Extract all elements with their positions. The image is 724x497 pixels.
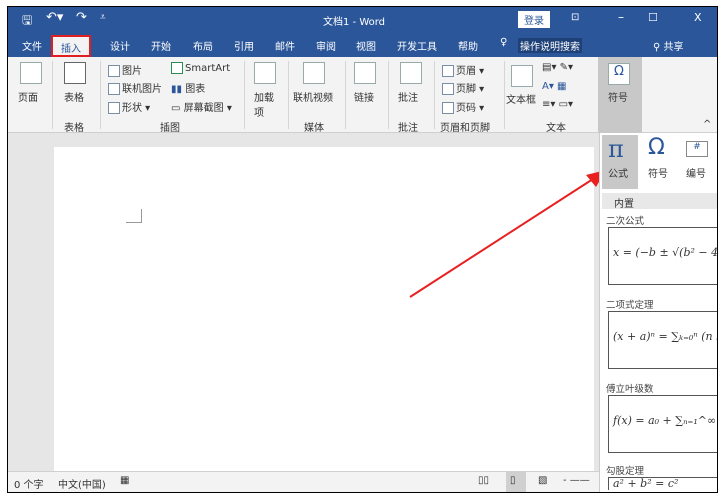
number-button[interactable]: # 编号 xyxy=(680,135,714,189)
equation-item[interactable]: f(x) = a₀ + ∑ₙ₌₁^∞ (aₙ xyxy=(608,395,717,453)
print-layout-icon[interactable]: ▯ xyxy=(506,472,526,492)
equation-label: 公式 xyxy=(608,169,628,180)
equation-panel: π 公式 Ω 符号 # 编号 内置 二次公式 x = (−b ± √(b² − … xyxy=(599,133,717,492)
equation-name: 傅立叶级数 xyxy=(606,384,654,395)
language-status[interactable]: 中文(中国) xyxy=(58,476,106,491)
accessibility-icon[interactable]: ▦ xyxy=(120,475,129,486)
pi-icon: π xyxy=(608,135,624,163)
equation-button[interactable]: π 公式 xyxy=(602,135,638,189)
equation-name: 勾股定理 xyxy=(606,466,645,477)
symbol-label: 符号 xyxy=(648,169,668,180)
equation-name: 二项式定理 xyxy=(606,300,654,311)
symbol-button[interactable]: Ω 符号 xyxy=(644,135,676,189)
word-count[interactable]: 0 个字 xyxy=(14,476,44,491)
word-window: 🖫 ↶▾ ↷ ⩡ 文档1 - Word 登录 ⊡ – ☐ X 文件 插入 设计 … xyxy=(7,6,718,493)
equation-name: 二次公式 xyxy=(606,216,645,227)
zoom-slider[interactable]: - —— xyxy=(563,475,590,486)
number-icon: # xyxy=(686,141,708,157)
web-layout-icon[interactable]: ▧ xyxy=(538,475,547,486)
equation-item[interactable]: x = (−b ± √(b² − 4ac))/2a xyxy=(608,227,717,285)
status-bar: 0 个字 中文(中国) ▦ ▯▯ ▯ ▧ - —— xyxy=(8,471,599,492)
omega-icon: Ω xyxy=(648,135,665,160)
equation-item[interactable]: (x + a)ⁿ = ∑ₖ₌₀ⁿ (n k) xyxy=(608,311,717,369)
equation-item[interactable]: a² + b² = c² xyxy=(608,477,717,490)
builtin-header: 内置 xyxy=(602,193,717,210)
read-mode-icon[interactable]: ▯▯ xyxy=(478,475,489,486)
number-label: 编号 xyxy=(686,169,706,180)
